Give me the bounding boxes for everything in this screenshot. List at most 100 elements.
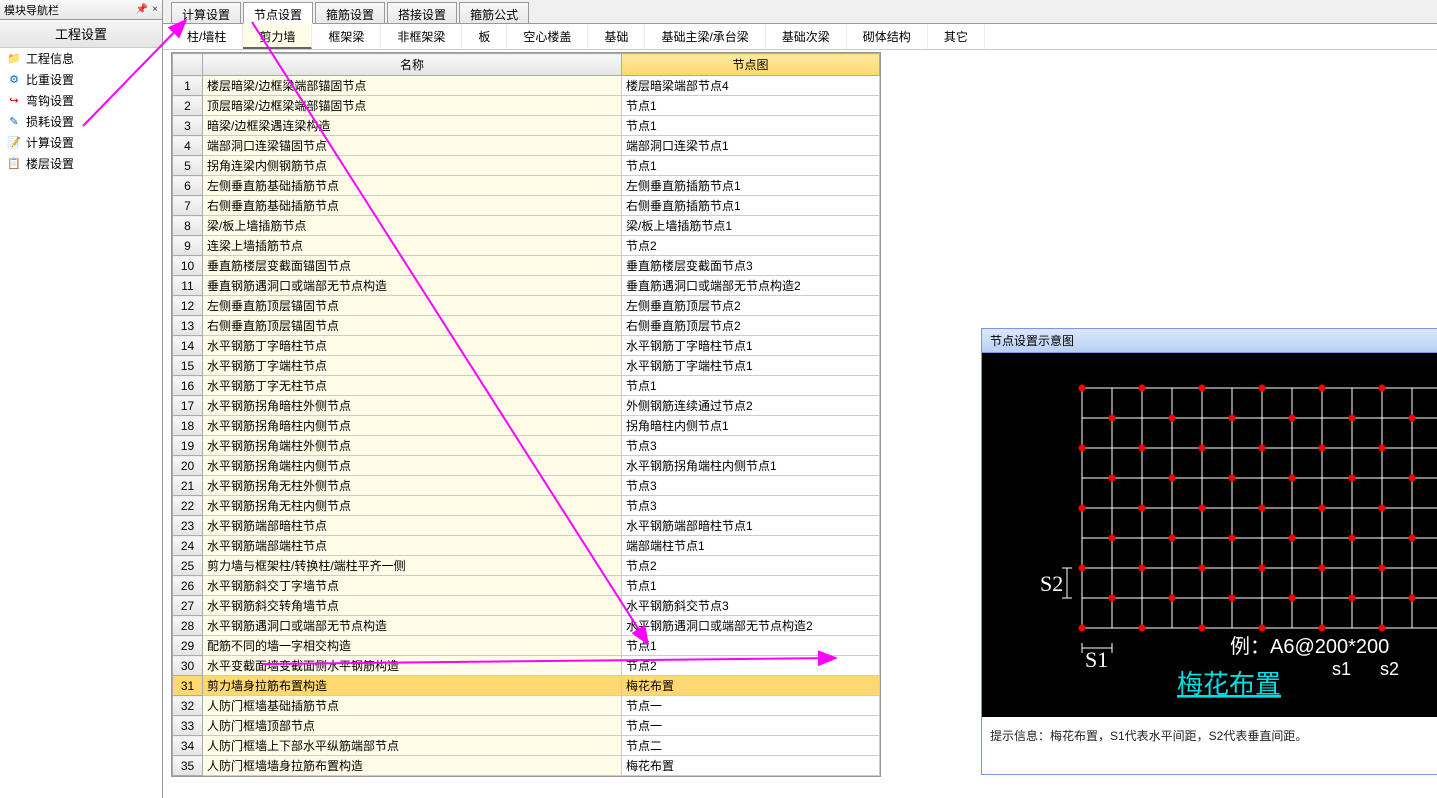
row-diagram[interactable]: 节点1 [622, 156, 880, 176]
row-diagram[interactable]: 节点3 [622, 436, 880, 456]
close-icon[interactable]: × [152, 4, 158, 15]
row-diagram[interactable]: 梅花布置 [622, 676, 880, 696]
table-row[interactable]: 13 右侧垂直筋顶层锚固节点 右侧垂直筋顶层节点2 [173, 316, 880, 336]
top-tab-2[interactable]: 箍筋设置 [315, 2, 385, 23]
row-diagram[interactable]: 节点1 [622, 376, 880, 396]
table-row[interactable]: 1 楼层暗梁/边框梁端部锚固节点 楼层暗梁端部节点4 [173, 76, 880, 96]
sidebar-item-5[interactable]: 📋楼层设置 [0, 153, 162, 174]
sub-tab-9[interactable]: 砌体结构 [847, 24, 928, 49]
sidebar-item-label: 工程信息 [26, 50, 74, 67]
table-row[interactable]: 28 水平钢筋遇洞口或端部无节点构造 水平钢筋遇洞口或端部无节点构造2 [173, 616, 880, 636]
top-tab-0[interactable]: 计算设置 [171, 2, 241, 23]
row-diagram[interactable]: 水平钢筋遇洞口或端部无节点构造2 [622, 616, 880, 636]
table-row[interactable]: 2 顶层暗梁/边框梁端部锚固节点 节点1 [173, 96, 880, 116]
row-diagram[interactable]: 水平钢筋丁字暗柱节点1 [622, 336, 880, 356]
table-row[interactable]: 11 垂直钢筋遇洞口或端部无节点构造 垂直筋遇洞口或端部无节点构造2 [173, 276, 880, 296]
table-row[interactable]: 29 配筋不同的墙一字相交构造 节点1 [173, 636, 880, 656]
table-row[interactable]: 18 水平钢筋拐角暗柱内侧节点 拐角暗柱内侧节点1 [173, 416, 880, 436]
table-row[interactable]: 22 水平钢筋拐角无柱内侧节点 节点3 [173, 496, 880, 516]
sub-tab-3[interactable]: 非框架梁 [381, 24, 462, 49]
row-diagram[interactable]: 节点2 [622, 656, 880, 676]
table-row[interactable]: 12 左侧垂直筋顶层锚固节点 左侧垂直筋顶层节点2 [173, 296, 880, 316]
row-diagram[interactable]: 节点1 [622, 116, 880, 136]
row-diagram[interactable]: 节点一 [622, 696, 880, 716]
row-diagram[interactable]: 节点1 [622, 96, 880, 116]
row-diagram[interactable]: 拐角暗柱内侧节点1 [622, 416, 880, 436]
sidebar-item-2[interactable]: ↪弯钩设置 [0, 90, 162, 111]
row-diagram[interactable]: 梁/板上墙插筋节点1 [622, 216, 880, 236]
row-diagram[interactable]: 节点2 [622, 236, 880, 256]
table-row[interactable]: 20 水平钢筋拐角端柱内侧节点 水平钢筋拐角端柱内侧节点1 [173, 456, 880, 476]
row-diagram[interactable]: 水平钢筋丁字端柱节点1 [622, 356, 880, 376]
table-row[interactable]: 26 水平钢筋斜交丁字墙节点 节点1 [173, 576, 880, 596]
table-row[interactable]: 16 水平钢筋丁字无柱节点 节点1 [173, 376, 880, 396]
row-diagram[interactable]: 外侧钢筋连续通过节点2 [622, 396, 880, 416]
row-diagram[interactable]: 节点二 [622, 736, 880, 756]
row-diagram[interactable]: 节点3 [622, 476, 880, 496]
pin-icon[interactable]: 📌 [136, 4, 148, 15]
row-diagram[interactable]: 左侧垂直筋插筋节点1 [622, 176, 880, 196]
row-diagram[interactable]: 右侧垂直筋插筋节点1 [622, 196, 880, 216]
sidebar-item-3[interactable]: ✎损耗设置 [0, 111, 162, 132]
row-diagram[interactable]: 水平钢筋端部暗柱节点1 [622, 516, 880, 536]
table-row[interactable]: 34 人防门框墙上下部水平纵筋端部节点 节点二 [173, 736, 880, 756]
table-row[interactable]: 8 梁/板上墙插筋节点 梁/板上墙插筋节点1 [173, 216, 880, 236]
table-row[interactable]: 15 水平钢筋丁字端柱节点 水平钢筋丁字端柱节点1 [173, 356, 880, 376]
top-tab-3[interactable]: 搭接设置 [387, 2, 457, 23]
sub-tab-10[interactable]: 其它 [928, 24, 985, 49]
row-diagram[interactable]: 节点2 [622, 556, 880, 576]
table-row[interactable]: 4 端部洞口连梁锚固节点 端部洞口连梁节点1 [173, 136, 880, 156]
table-row[interactable]: 35 人防门框墙墙身拉筋布置构造 梅花布置 [173, 756, 880, 776]
table-row[interactable]: 17 水平钢筋拐角暗柱外侧节点 外侧钢筋连续通过节点2 [173, 396, 880, 416]
sub-tab-5[interactable]: 空心楼盖 [507, 24, 588, 49]
sidebar-item-4[interactable]: 📝计算设置 [0, 132, 162, 153]
sub-tab-7[interactable]: 基础主梁/承台梁 [645, 24, 765, 49]
row-name: 水平变截面墙变截面侧水平钢筋构造 [203, 656, 622, 676]
sub-tab-1[interactable]: 剪力墙 [243, 24, 312, 49]
table-row[interactable]: 32 人防门框墙基础插筋节点 节点一 [173, 696, 880, 716]
top-tab-1[interactable]: 节点设置 [243, 2, 313, 24]
row-diagram[interactable]: 节点3 [622, 496, 880, 516]
row-diagram[interactable]: 左侧垂直筋顶层节点2 [622, 296, 880, 316]
sub-tab-6[interactable]: 基础 [588, 24, 645, 49]
table-row[interactable]: 10 垂直筋楼层变截面锚固节点 垂直筋楼层变截面节点3 [173, 256, 880, 276]
sub-tab-8[interactable]: 基础次梁 [766, 24, 847, 49]
table-row[interactable]: 14 水平钢筋丁字暗柱节点 水平钢筋丁字暗柱节点1 [173, 336, 880, 356]
row-diagram[interactable]: 垂直筋遇洞口或端部无节点构造2 [622, 276, 880, 296]
sidebar-item-1[interactable]: ⚙比重设置 [0, 69, 162, 90]
sub-tab-2[interactable]: 框架梁 [312, 24, 381, 49]
table-row[interactable]: 7 右侧垂直筋基础插筋节点 右侧垂直筋插筋节点1 [173, 196, 880, 216]
row-diagram[interactable]: 节点一 [622, 716, 880, 736]
row-name: 楼层暗梁/边框梁端部锚固节点 [203, 76, 622, 96]
row-diagram[interactable]: 右侧垂直筋顶层节点2 [622, 316, 880, 336]
row-diagram[interactable]: 端部洞口连梁节点1 [622, 136, 880, 156]
sidebar-item-label: 弯钩设置 [26, 92, 74, 109]
row-diagram[interactable]: 梅花布置 [622, 756, 880, 776]
row-diagram[interactable]: 楼层暗梁端部节点4 [622, 76, 880, 96]
row-diagram[interactable]: 垂直筋楼层变截面节点3 [622, 256, 880, 276]
row-diagram[interactable]: 节点1 [622, 636, 880, 656]
table-row[interactable]: 25 剪力墙与框架柱/转换柱/端柱平齐一侧 节点2 [173, 556, 880, 576]
row-name: 水平钢筋拐角暗柱内侧节点 [203, 416, 622, 436]
top-tab-4[interactable]: 箍筋公式 [459, 2, 529, 23]
table-row[interactable]: 3 暗梁/边框梁遇连梁构造 节点1 [173, 116, 880, 136]
sub-tab-4[interactable]: 板 [462, 24, 507, 49]
sub-tab-0[interactable]: 柱/墙柱 [171, 24, 243, 49]
table-row[interactable]: 23 水平钢筋端部暗柱节点 水平钢筋端部暗柱节点1 [173, 516, 880, 536]
table-row[interactable]: 31 剪力墙身拉筋布置构造 梅花布置 [173, 676, 880, 696]
table-row[interactable]: 6 左侧垂直筋基础插筋节点 左侧垂直筋插筋节点1 [173, 176, 880, 196]
row-number: 30 [173, 656, 203, 676]
table-row[interactable]: 30 水平变截面墙变截面侧水平钢筋构造 节点2 [173, 656, 880, 676]
row-diagram[interactable]: 水平钢筋拐角端柱内侧节点1 [622, 456, 880, 476]
row-diagram[interactable]: 水平钢筋斜交节点3 [622, 596, 880, 616]
table-row[interactable]: 33 人防门框墙顶部节点 节点一 [173, 716, 880, 736]
table-row[interactable]: 27 水平钢筋斜交转角墙节点 水平钢筋斜交节点3 [173, 596, 880, 616]
table-row[interactable]: 21 水平钢筋拐角无柱外侧节点 节点3 [173, 476, 880, 496]
row-diagram[interactable]: 端部端柱节点1 [622, 536, 880, 556]
table-row[interactable]: 24 水平钢筋端部端柱节点 端部端柱节点1 [173, 536, 880, 556]
sidebar-item-0[interactable]: 📁工程信息 [0, 48, 162, 69]
table-row[interactable]: 5 拐角连梁内侧钢筋节点 节点1 [173, 156, 880, 176]
table-row[interactable]: 19 水平钢筋拐角端柱外侧节点 节点3 [173, 436, 880, 456]
row-diagram[interactable]: 节点1 [622, 576, 880, 596]
table-row[interactable]: 9 连梁上墙插筋节点 节点2 [173, 236, 880, 256]
